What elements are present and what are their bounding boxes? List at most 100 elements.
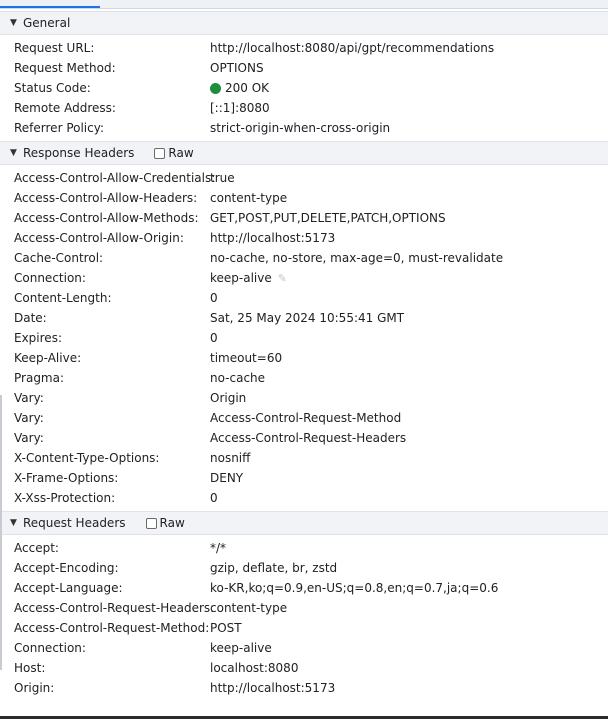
header-value[interactable]: http://localhost:5173: [210, 231, 335, 245]
response-header-row: Content-Length: 0: [0, 288, 608, 308]
raw-label: Raw: [168, 146, 194, 160]
header-value[interactable]: */*: [210, 541, 226, 555]
header-key: Request URL:: [14, 41, 95, 55]
header-value[interactable]: strict-origin-when-cross-origin: [210, 121, 390, 135]
general-row: Remote Address: [::1]:8080: [0, 98, 608, 118]
response-header-row: Pragma: no-cache: [0, 368, 608, 388]
header-key: Keep-Alive:: [14, 351, 82, 365]
request-header-row: Connection: keep-alive: [0, 638, 608, 658]
request-header-row: Accept: */*: [0, 538, 608, 558]
header-key: Accept-Encoding:: [14, 561, 119, 575]
header-value[interactable]: 0: [210, 331, 218, 345]
response-header-row: X-Xss-Protection: 0: [0, 488, 608, 508]
general-row: Referrer Policy: strict-origin-when-cros…: [0, 118, 608, 138]
header-key: Accept:: [14, 541, 59, 555]
header-value[interactable]: keep-alive: [210, 641, 272, 655]
devtools-tab-bar: [0, 0, 608, 9]
response-header-row: Vary: Access-Control-Request-Method: [0, 408, 608, 428]
header-value[interactable]: OPTIONS: [210, 61, 264, 75]
request-header-row: Access-Control-Request-Headers: content-t…: [0, 598, 608, 618]
response-header-row: Connection: keep-alive ✎: [0, 268, 608, 288]
general-section-header[interactable]: ▼ General: [0, 11, 608, 35]
raw-checkbox[interactable]: [145, 517, 157, 529]
header-value[interactable]: DENY: [210, 471, 243, 485]
header-key: Connection:: [14, 271, 86, 285]
header-value[interactable]: gzip, deflate, br, zstd: [210, 561, 337, 575]
header-value[interactable]: [::1]:8080: [210, 101, 270, 115]
triangle-down-icon: ▼: [10, 148, 17, 158]
header-key: Referrer Policy:: [14, 121, 104, 135]
header-value[interactable]: content-type: [210, 191, 287, 205]
header-key: X-Frame-Options:: [14, 471, 119, 485]
response-header-row: Access-Control-Allow-Methods: GET,POST,PU…: [0, 208, 608, 228]
header-key: Accept-Language:: [14, 581, 123, 595]
request-header-row: Origin: http://localhost:5173: [0, 678, 608, 698]
response-header-row: Date: Sat, 25 May 2024 10:55:41 GMT: [0, 308, 608, 328]
header-value[interactable]: 0: [210, 491, 218, 505]
header-key: Request Method:: [14, 61, 116, 75]
response-header-row: Keep-Alive: timeout=60: [0, 348, 608, 368]
status-code-value[interactable]: 200 OK: [210, 81, 269, 95]
header-key: Access-Control-Allow-Methods:: [14, 211, 199, 225]
header-key: X-Content-Type-Options:: [14, 451, 160, 465]
general-row: Request Method: OPTIONS: [0, 58, 608, 78]
header-value[interactable]: POST: [210, 621, 242, 635]
triangle-down-icon: ▼: [10, 18, 17, 28]
header-value-editable[interactable]: keep-alive ✎: [210, 271, 287, 285]
request-raw-toggle[interactable]: Raw: [145, 516, 185, 530]
header-value[interactable]: GET,POST,PUT,DELETE,PATCH,OPTIONS: [210, 211, 446, 225]
raw-label: Raw: [159, 516, 185, 530]
request-headers-title: Request Headers: [23, 516, 126, 530]
header-value[interactable]: true: [210, 171, 235, 185]
header-key: X-Xss-Protection:: [14, 491, 116, 505]
header-value-text: keep-alive: [210, 271, 272, 285]
panel-left-border: [0, 395, 2, 670]
response-headers-section-header[interactable]: ▼ Response Headers Raw: [0, 141, 608, 165]
header-value[interactable]: ko-KR,ko;q=0.9,en-US;q=0.8,en;q=0.7,ja;q…: [210, 581, 498, 595]
request-headers-section-header[interactable]: ▼ Request Headers Raw: [0, 511, 608, 535]
status-text: 200 OK: [225, 81, 270, 95]
general-rows: Request URL: http://localhost:8080/api/g…: [0, 35, 608, 141]
header-value[interactable]: no-cache: [210, 371, 265, 385]
response-headers-title: Response Headers: [23, 146, 135, 160]
response-header-row: X-Content-Type-Options: nosniff: [0, 448, 608, 468]
header-value[interactable]: content-type: [210, 601, 287, 615]
response-header-rows: Access-Control-Allow-Credentials: true Ac…: [0, 165, 608, 511]
header-key: Expires:: [14, 331, 62, 345]
header-key: Connection:: [14, 641, 86, 655]
header-key: Remote Address:: [14, 101, 116, 115]
header-value[interactable]: Origin: [210, 391, 246, 405]
header-value[interactable]: http://localhost:5173: [210, 681, 335, 695]
header-value[interactable]: http://localhost:8080/api/gpt/recommenda…: [210, 41, 494, 55]
header-key: Pragma:: [14, 371, 65, 385]
header-value[interactable]: no-cache, no-store, max-age=0, must-reva…: [210, 251, 503, 265]
header-value[interactable]: Sat, 25 May 2024 10:55:41 GMT: [210, 311, 404, 325]
header-value[interactable]: 0: [210, 291, 218, 305]
header-key: Date:: [14, 311, 47, 325]
header-value[interactable]: nosniff: [210, 451, 250, 465]
request-header-row: Accept-Language: ko-KR,ko;q=0.9,en-US;q=0…: [0, 578, 608, 598]
header-value[interactable]: Access-Control-Request-Method: [210, 411, 401, 425]
header-key: Vary:: [14, 411, 44, 425]
triangle-down-icon: ▼: [10, 518, 17, 528]
header-key: Content-Length:: [14, 291, 112, 305]
pencil-icon[interactable]: ✎: [278, 272, 287, 285]
header-value[interactable]: timeout=60: [210, 351, 282, 365]
header-value[interactable]: Access-Control-Request-Headers: [210, 431, 406, 445]
response-header-row: Vary: Access-Control-Request-Headers: [0, 428, 608, 448]
raw-checkbox[interactable]: [154, 147, 166, 159]
response-header-row: X-Frame-Options: DENY: [0, 468, 608, 488]
response-raw-toggle[interactable]: Raw: [154, 146, 194, 160]
general-row: Status Code: 200 OK: [0, 78, 608, 98]
request-header-row: Host: localhost:8080: [0, 658, 608, 678]
header-key: Access-Control-Allow-Origin:: [14, 231, 184, 245]
header-key: Access-Control-Request-Method:: [14, 621, 210, 635]
response-header-row: Access-Control-Allow-Credentials: true: [0, 168, 608, 188]
active-tab-indicator: [0, 6, 100, 8]
status-dot-icon: [210, 82, 221, 94]
response-header-row: Vary: Origin: [0, 388, 608, 408]
header-value[interactable]: localhost:8080: [210, 661, 298, 675]
general-section-title: General: [23, 16, 71, 30]
header-key: Access-Control-Request-Headers:: [14, 601, 215, 615]
header-key: Access-Control-Allow-Headers:: [14, 191, 198, 205]
